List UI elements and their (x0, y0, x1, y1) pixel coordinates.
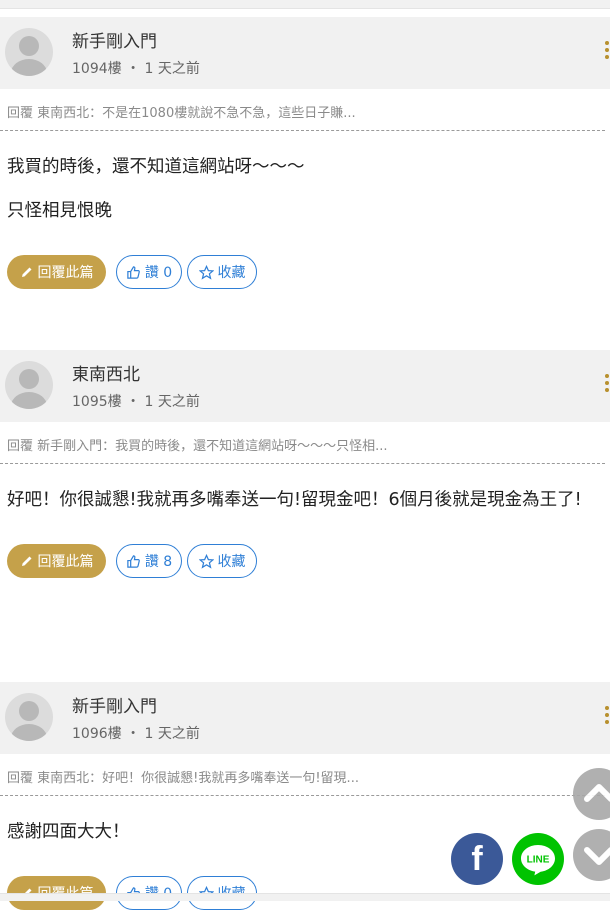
favorite-button[interactable]: 收藏 (187, 544, 257, 578)
avatar[interactable] (5, 361, 53, 409)
like-button[interactable]: 讚 8 (116, 544, 182, 578)
more-options-icon[interactable] (605, 374, 610, 394)
reply-reference[interactable]: 回覆 東南西北：不是在1080樓就說不急不急，這些日子賺... (0, 89, 605, 131)
avatar[interactable] (5, 693, 53, 741)
thumbs-up-icon (127, 554, 140, 568)
facebook-share-button[interactable]: f (451, 833, 503, 885)
content-line: 好吧！你很誠懇!我就再多嘴奉送一句!留現金吧！6個月後就是現金為王了! (7, 490, 582, 510)
post-content: 我買的時後，還不知道這網站呀～～～ 只怪相見恨晚 (0, 131, 610, 233)
author-name[interactable]: 新手剛入門 (72, 27, 157, 52)
reply-reference[interactable]: 回覆 東南西北：好吧！你很誠懇!我就再多嘴奉送一句!留現... (0, 754, 605, 796)
post-time: 1 天之前 (144, 61, 200, 77)
comment-post: 新手剛入門 1096樓 ・ 1 天之前 回覆 東南西北：好吧！你很誠懇!我就再多… (0, 682, 610, 916)
post-header: 新手剛入門 1096樓 ・ 1 天之前 (0, 682, 610, 754)
line-share-button[interactable]: LINE (512, 833, 564, 885)
content-line: 我買的時後，還不知道這網站呀～～～ (7, 157, 305, 177)
post-header: 新手剛入門 1094樓 ・ 1 天之前 (0, 17, 610, 89)
line-icon: LINE (521, 845, 555, 876)
more-options-icon[interactable] (605, 706, 610, 726)
reply-reference[interactable]: 回覆 新手剛入門：我買的時後，還不知道這網站呀～～～只怪相... (0, 422, 605, 464)
post-time: 1 天之前 (144, 394, 200, 410)
floor-number: 1094樓 (72, 61, 122, 77)
chevron-up-icon (584, 784, 610, 802)
author-name[interactable]: 東南西北 (72, 360, 140, 385)
favorite-button[interactable]: 收藏 (187, 255, 257, 289)
line-logo-text: LINE (527, 855, 550, 866)
post-meta: 1095樓 ・ 1 天之前 (72, 391, 200, 411)
post-time: 1 天之前 (144, 726, 200, 742)
meta-separator: ・ (126, 726, 141, 742)
floor-number: 1095樓 (72, 394, 122, 410)
reply-button-label: 回覆此篇 (37, 265, 94, 281)
star-icon (198, 553, 214, 569)
floor-number: 1096樓 (72, 726, 122, 742)
post-content: 好吧！你很誠懇!我就再多嘴奉送一句!留現金吧！6個月後就是現金為王了! (0, 464, 610, 522)
comment-post: 東南西北 1095樓 ・ 1 天之前 回覆 新手剛入門：我買的時後，還不知道這網… (0, 350, 610, 584)
content-line: 只怪相見恨晚 (7, 201, 112, 221)
more-options-icon[interactable] (605, 41, 610, 61)
meta-separator: ・ (126, 61, 141, 77)
comment-post: 新手剛入門 1094樓 ・ 1 天之前 回覆 東南西北：不是在1080樓就說不急… (0, 17, 610, 295)
like-count: 讚 8 (144, 554, 173, 570)
like-count: 讚 0 (144, 265, 173, 281)
top-edge (0, 0, 610, 9)
post-meta: 1096樓 ・ 1 天之前 (72, 723, 200, 743)
like-button[interactable]: 讚 0 (116, 255, 182, 289)
pencil-icon (21, 267, 31, 277)
reply-button[interactable]: 回覆此篇 (7, 544, 106, 578)
chevron-down-icon (584, 847, 610, 865)
post-actions: 回覆此篇 讚 0 收藏 (0, 255, 610, 295)
post-actions: 回覆此篇 讚 8 收藏 (0, 544, 610, 584)
facebook-icon: f (471, 839, 483, 878)
scroll-up-button[interactable] (573, 768, 610, 820)
star-icon (198, 264, 214, 280)
avatar[interactable] (5, 28, 53, 76)
author-name[interactable]: 新手剛入門 (72, 692, 157, 717)
post-meta: 1094樓 ・ 1 天之前 (72, 58, 200, 78)
reply-button[interactable]: 回覆此篇 (7, 255, 106, 289)
post-header: 東南西北 1095樓 ・ 1 天之前 (0, 350, 610, 422)
scroll-down-button[interactable] (573, 829, 610, 881)
meta-separator: ・ (126, 394, 141, 410)
favorite-label: 收藏 (217, 554, 246, 570)
thumbs-up-icon (127, 265, 140, 279)
favorite-label: 收藏 (217, 265, 246, 281)
pencil-icon (21, 556, 31, 566)
reply-button-label: 回覆此篇 (37, 554, 94, 570)
